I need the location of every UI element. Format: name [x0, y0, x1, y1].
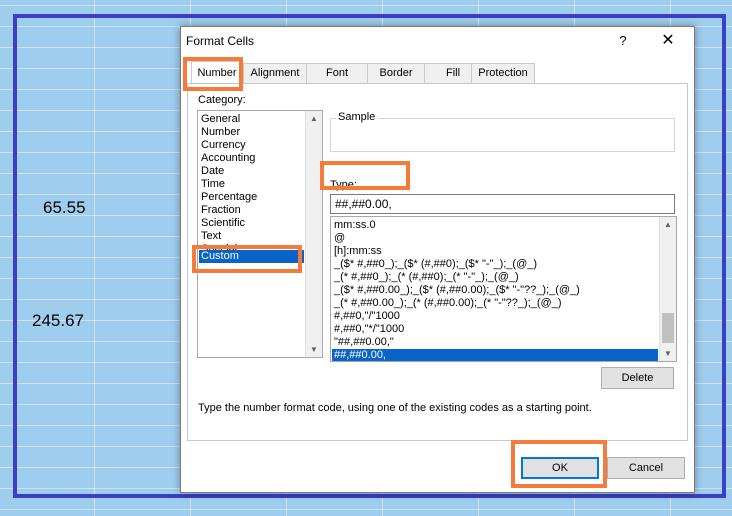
category-item[interactable]: Number	[201, 126, 240, 139]
format-code-item-selected[interactable]: ##,##0.00,	[332, 349, 658, 361]
scroll-down-icon[interactable]: ▼	[306, 342, 322, 357]
format-cells-dialog: Format Cells ? ✕ Number Alignment Font B…	[180, 26, 695, 493]
ok-button[interactable]: OK	[521, 457, 599, 479]
scroll-thumb[interactable]	[662, 313, 674, 343]
category-item[interactable]: Fraction	[201, 204, 241, 217]
category-item[interactable]: Text	[201, 230, 221, 243]
help-icon[interactable]: ?	[613, 31, 633, 51]
format-description: Type the number format code, using one o…	[198, 402, 592, 414]
format-code-list[interactable]: mm:ss.0 @ [h]:mm:ss _($* #,##0_);_($* (#…	[330, 216, 677, 362]
format-code-item[interactable]: "##,##0.00,"	[334, 336, 394, 349]
format-code-scrollbar[interactable]: ▲ ▼	[659, 217, 676, 361]
category-item[interactable]: Currency	[201, 139, 246, 152]
tab-alignment[interactable]: Alignment	[243, 63, 307, 83]
category-item[interactable]: Time	[201, 178, 225, 191]
cancel-button[interactable]: Cancel	[607, 457, 685, 479]
tab-border[interactable]: Border	[367, 63, 425, 83]
dialog-titlebar[interactable]: Format Cells ? ✕	[181, 27, 694, 55]
sample-label: Sample	[336, 111, 378, 123]
category-item[interactable]: Date	[201, 165, 224, 178]
category-item[interactable]: General	[201, 113, 240, 126]
scroll-down-icon[interactable]: ▼	[660, 346, 676, 361]
format-code-item[interactable]: _(* #,##0_);_(* (#,##0);_(* "-"_);_(@_)	[334, 271, 519, 284]
sample-box	[330, 118, 675, 152]
category-item[interactable]: Percentage	[201, 191, 257, 204]
type-label: Type:	[330, 179, 357, 191]
tab-font[interactable]: Font	[306, 63, 368, 83]
dialog-title: Format Cells	[186, 34, 255, 48]
number-tab-panel: Category: General Number Currency Accoun…	[187, 83, 688, 441]
delete-button[interactable]: Delete	[601, 367, 674, 389]
format-code-item[interactable]: _(* #,##0.00_);_(* (#,##0.00);_(* "-"??_…	[334, 297, 561, 310]
category-scrollbar[interactable]: ▲ ▼	[305, 111, 322, 357]
format-code-item[interactable]: [h]:mm:ss	[334, 245, 382, 258]
format-code-item[interactable]: #,##0,"*/"1000	[334, 323, 404, 336]
scroll-up-icon[interactable]: ▲	[306, 111, 322, 126]
format-code-item[interactable]: mm:ss.0	[334, 219, 376, 232]
format-code-item[interactable]: @	[334, 232, 345, 245]
close-icon[interactable]: ✕	[657, 31, 679, 51]
category-list[interactable]: General Number Currency Accounting Date …	[197, 110, 323, 358]
category-item[interactable]: Accounting	[201, 152, 255, 165]
tab-number[interactable]: Number	[191, 61, 243, 84]
format-code-item[interactable]: _($* #,##0.00_);_($* (#,##0.00);_($* "-"…	[334, 284, 580, 297]
tab-protection[interactable]: Protection	[471, 63, 535, 83]
category-item[interactable]: Scientific	[201, 217, 245, 230]
category-label: Category:	[198, 94, 246, 106]
category-item-selected[interactable]: Custom	[199, 250, 304, 263]
format-code-item[interactable]: _($* #,##0_);_($* (#,##0);_($* "-"_);_(@…	[334, 258, 537, 271]
format-code-item[interactable]: #,##0,"/"1000	[334, 310, 400, 323]
scroll-up-icon[interactable]: ▲	[660, 217, 676, 232]
type-input[interactable]: ##,##0.00,	[330, 194, 675, 214]
